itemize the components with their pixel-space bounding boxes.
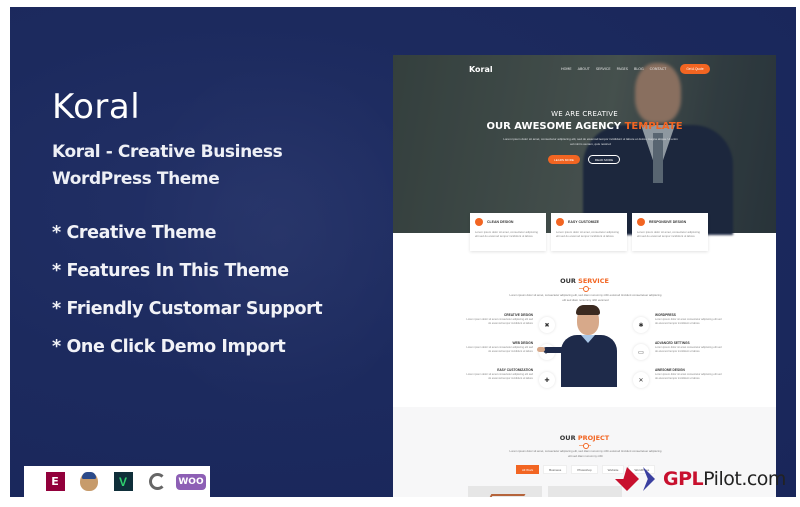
hero-title-main: OUR AWESOME AGENCY bbox=[486, 121, 625, 132]
project-section-title: OUR PROJECT bbox=[393, 434, 776, 442]
service-item-text: Lorem ipsum dolor sit amet consectetur a… bbox=[466, 373, 533, 380]
service-item-title: ADVANCED SETTINGS bbox=[655, 341, 690, 345]
nav-item-blog[interactable]: BLOG bbox=[634, 67, 644, 71]
service-item-title: AWESOME DESIGN bbox=[655, 368, 685, 372]
filter-photoshop[interactable]: Photoshop bbox=[571, 465, 598, 474]
get-quote-button[interactable]: Get A Quote bbox=[680, 64, 710, 74]
service-item: CREATIVE DESIGN Lorem ipsum dolor sit am… bbox=[463, 313, 533, 326]
nav-item-home[interactable]: HOME bbox=[561, 67, 572, 71]
feature-card: CLEAN DESIGN Lorem ipsum dolor sit amet,… bbox=[470, 213, 546, 251]
nav-item-service[interactable]: SERVICE bbox=[596, 67, 611, 71]
service-item: ADVANCED SETTINGS Lorem ipsum dolor sit … bbox=[655, 341, 725, 354]
feature-item: * Friendly Customar Support bbox=[52, 299, 323, 319]
plugin-revolution-slider bbox=[140, 471, 174, 493]
service-item: EASY CUSTOMIZATION Lorem ipsum dolor sit… bbox=[463, 368, 533, 381]
service-description: Lorem ipsum dolor sit amet, consectetur … bbox=[509, 293, 662, 302]
service-divider bbox=[579, 286, 591, 292]
gplpilot-logo-icon bbox=[615, 466, 659, 492]
service-item-text: Lorem ipsum dolor sit amet consectetur a… bbox=[655, 318, 722, 325]
advanced-settings-icon: ▭ bbox=[633, 344, 649, 360]
preview-logo[interactable]: Koral bbox=[469, 65, 493, 74]
preview-nav: HOME ABOUT SERVICE PAGES BLOG CONTACT bbox=[561, 67, 666, 71]
easy-customize-icon bbox=[556, 218, 564, 226]
plugin-logos-bar: E V WOO bbox=[24, 466, 210, 497]
project-divider bbox=[579, 443, 591, 449]
filter-all-work[interactable]: All Work bbox=[516, 465, 540, 474]
project-title-main: OUR bbox=[559, 434, 578, 442]
visual-composer-icon: V bbox=[113, 472, 133, 491]
watermark-accent: GPL bbox=[663, 468, 704, 490]
feature-card: EASY CUSTOMIZE Lorem ipsum dolor sit ame… bbox=[551, 213, 627, 251]
feature-card-title: RESPONSIVE DESIGN bbox=[649, 220, 687, 224]
feature-item: * Creative Theme bbox=[52, 223, 217, 243]
revolution-slider-icon bbox=[148, 473, 166, 490]
project-title-accent: PROJECT bbox=[577, 434, 610, 442]
filter-business[interactable]: Business bbox=[543, 465, 568, 474]
woocommerce-icon: WOO bbox=[176, 473, 206, 490]
hero-title: OUR AWESOME AGENCY TEMPLATE bbox=[393, 121, 776, 132]
service-section-title: OUR SERVICE bbox=[393, 277, 776, 285]
website-preview: Koral HOME ABOUT SERVICE PAGES BLOG CONT… bbox=[393, 55, 776, 497]
plugin-visual-composer: V bbox=[106, 471, 140, 493]
plugin-woocommerce: WOO bbox=[174, 471, 208, 493]
service-item-text: Lorem ipsum dolor sit amet consectetur a… bbox=[466, 318, 533, 325]
feature-list: * Creative Theme * Features In This Them… bbox=[52, 221, 323, 373]
plugin-mailchimp bbox=[72, 471, 106, 493]
service-item: WEB DESIGN Lorem ipsum dolor sit amet co… bbox=[463, 341, 533, 354]
mailchimp-icon bbox=[80, 472, 98, 491]
creative-design-icon: ✖ bbox=[539, 317, 555, 333]
project-thumbnail[interactable] bbox=[468, 486, 542, 497]
service-item-title: WEB DESIGN bbox=[512, 341, 533, 345]
service-item: AWESOME DESIGN Lorem ipsum dolor sit ame… bbox=[655, 368, 725, 381]
watermark: GPLPilot.com bbox=[615, 466, 786, 492]
service-item-text: Lorem ipsum dolor sit amet consectetur a… bbox=[655, 373, 722, 380]
subtitle-line-1: Koral - Creative Business bbox=[52, 142, 283, 162]
feature-card: RESPONSIVE DESIGN Lorem ipsum dolor sit … bbox=[632, 213, 708, 251]
awesome-design-icon: ✕ bbox=[633, 372, 649, 388]
subtitle-line-2: WordPress Theme bbox=[52, 169, 220, 189]
easy-customization-icon: ✚ bbox=[539, 372, 555, 388]
service-title-accent: SERVICE bbox=[578, 277, 609, 285]
feature-item: * One Click Demo Import bbox=[52, 337, 286, 357]
hero-kicker: WE ARE CREATIVE bbox=[551, 110, 618, 118]
service-item-text: Lorem ipsum dolor sit amet consectetur a… bbox=[655, 346, 722, 353]
hero-section: Koral HOME ABOUT SERVICE PAGES BLOG CONT… bbox=[393, 55, 776, 235]
watermark-rest: Pilot.com bbox=[703, 468, 786, 490]
nav-item-contact[interactable]: CONTACT bbox=[650, 67, 667, 71]
project-thumbnail[interactable] bbox=[548, 486, 622, 497]
brand-title: Koral bbox=[52, 87, 141, 127]
service-item: WORDPRESS Lorem ipsum dolor sit amet con… bbox=[655, 313, 725, 326]
responsive-design-icon bbox=[637, 218, 645, 226]
watermark-text: GPLPilot.com bbox=[663, 468, 786, 490]
service-item-text: Lorem ipsum dolor sit amet consectetur a… bbox=[466, 346, 533, 353]
clean-design-icon bbox=[475, 218, 483, 226]
nav-item-about[interactable]: ABOUT bbox=[578, 67, 590, 71]
learn-more-button[interactable]: LEARN MORE bbox=[548, 155, 580, 164]
theme-banner: Koral Koral - Creative Business WordPres… bbox=[10, 7, 796, 497]
feature-cards: CLEAN DESIGN Lorem ipsum dolor sit amet,… bbox=[470, 213, 708, 251]
elementor-icon: E bbox=[45, 472, 65, 491]
feature-card-text: Lorem ipsum dolor sit amet, consectetur … bbox=[637, 230, 700, 238]
service-item-title: CREATIVE DESIGN bbox=[504, 313, 533, 317]
read-more-button[interactable]: READ MORE bbox=[588, 155, 620, 164]
hero-description: Lorem ipsum dolor sit amet, consectetur … bbox=[503, 137, 678, 146]
feature-card-title: CLEAN DESIGN bbox=[487, 220, 514, 224]
feature-card-text: Lorem ipsum dolor sit amet, consectetur … bbox=[556, 230, 619, 238]
theme-subtitle: Koral - Creative Business WordPress Them… bbox=[52, 139, 352, 193]
hero-buttons: LEARN MORE READ MORE bbox=[548, 155, 620, 164]
feature-card-text: Lorem ipsum dolor sit amet, consectetur … bbox=[475, 230, 538, 238]
service-item-title: EASY CUSTOMIZATION bbox=[497, 368, 533, 372]
project-description: Lorem ipsum dolor sit amet, consectetur … bbox=[509, 449, 662, 458]
service-man-pointing-image bbox=[537, 305, 617, 387]
nav-item-pages[interactable]: PAGES bbox=[617, 67, 628, 71]
feature-item: * Features In This Theme bbox=[52, 261, 289, 281]
service-item-title: WORDPRESS bbox=[655, 313, 676, 317]
feature-card-title: EASY CUSTOMIZE bbox=[568, 220, 599, 224]
hero-title-accent: TEMPLATE bbox=[624, 121, 683, 132]
service-title-main: OUR bbox=[560, 277, 579, 285]
plugin-elementor: E bbox=[38, 471, 72, 493]
wordpress-icon: ✱ bbox=[633, 317, 649, 333]
